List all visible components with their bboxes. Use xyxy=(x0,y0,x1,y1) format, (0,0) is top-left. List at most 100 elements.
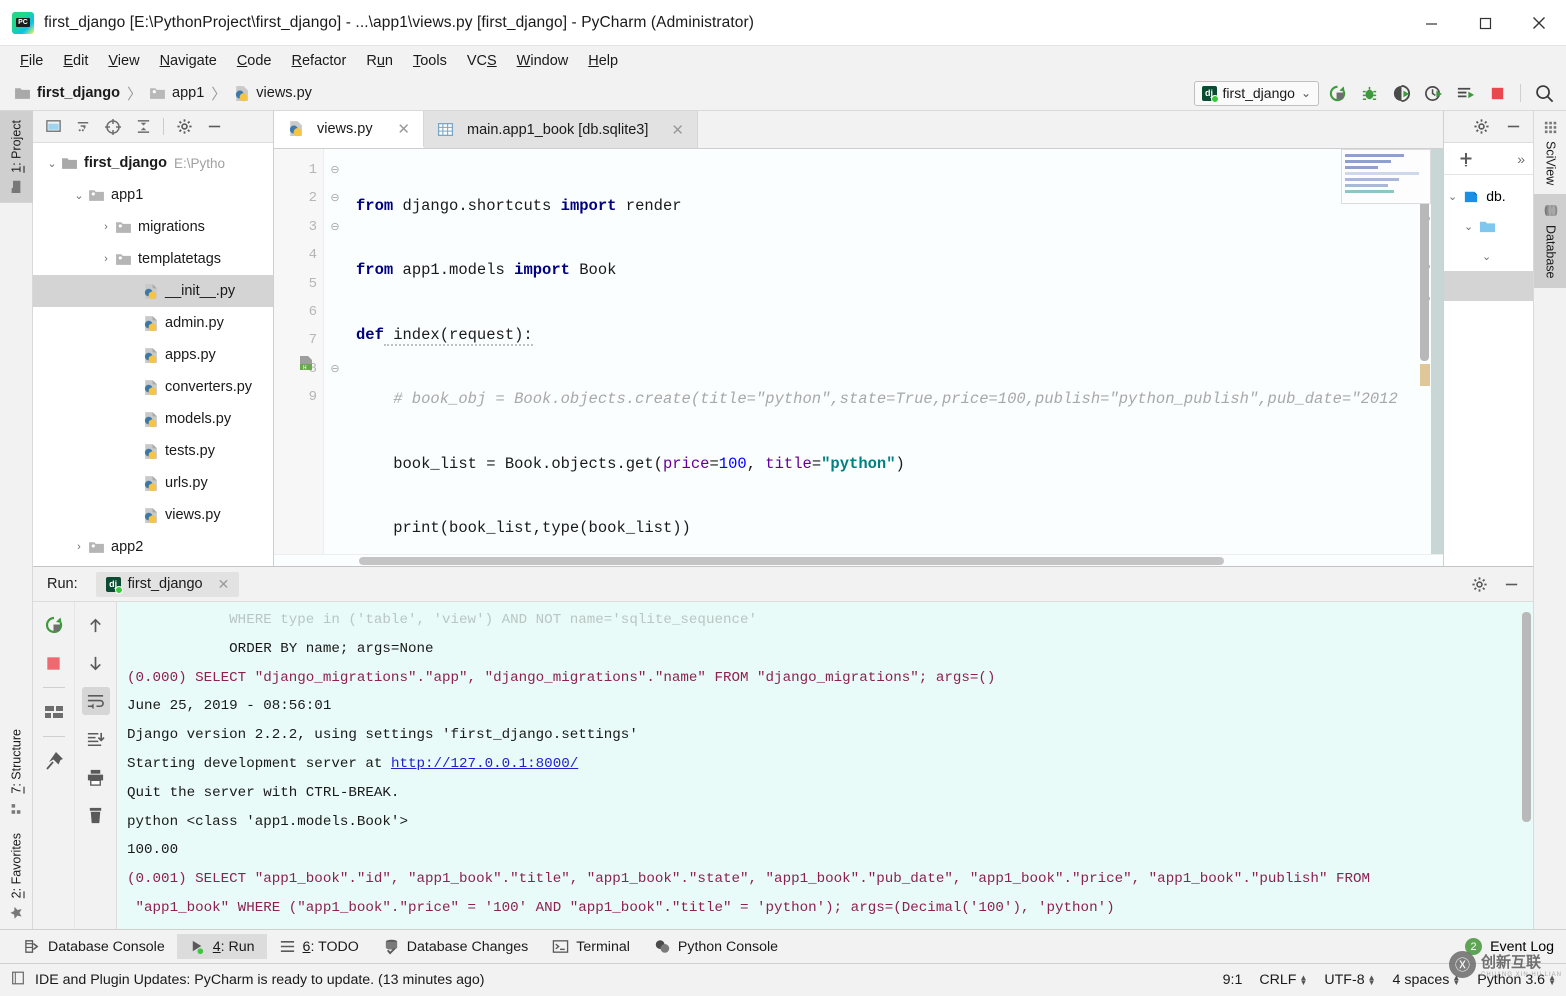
tree-node-app1[interactable]: ⌄ app1 xyxy=(33,179,273,211)
profile-icon[interactable] xyxy=(1419,80,1447,106)
menu-item-code[interactable]: Code xyxy=(227,51,282,71)
close-icon[interactable]: ✕ xyxy=(381,120,410,138)
editor-minimap[interactable] xyxy=(1431,149,1443,554)
tree-node---init---py[interactable]: __init__.py xyxy=(33,275,273,307)
hide-panel-icon[interactable] xyxy=(1497,572,1525,596)
menu-item-tools[interactable]: Tools xyxy=(403,51,457,71)
clear-all-icon[interactable] xyxy=(82,801,110,829)
coverage-icon[interactable] xyxy=(1387,80,1415,106)
minimize-button[interactable] xyxy=(1404,0,1458,46)
fold-toggle-icon[interactable]: ⊖ xyxy=(324,355,346,383)
run-configuration-selector[interactable]: dj first_django ⌄ xyxy=(1193,80,1319,106)
tree-node-urls-py[interactable]: urls.py xyxy=(33,467,273,499)
run-tests-icon[interactable] xyxy=(1451,80,1479,106)
sidebar-item-sciview[interactable]: SciView xyxy=(1534,111,1566,194)
settings-gear-icon[interactable] xyxy=(1465,572,1493,596)
maximize-button[interactable] xyxy=(1458,0,1512,46)
soft-wrap-icon[interactable] xyxy=(81,687,110,715)
chevron-down-icon[interactable]: ⌄ xyxy=(1464,220,1473,233)
encoding-selector[interactable]: UTF-8 ▲ ▼ xyxy=(1324,972,1375,988)
db-tree-row-selected[interactable] xyxy=(1444,271,1533,301)
tree-expand-toggle[interactable]: › xyxy=(97,221,115,233)
db-tree-row-datasource[interactable]: ⌄ db. xyxy=(1444,181,1533,211)
debug-icon[interactable] xyxy=(1355,80,1383,106)
menu-item-edit[interactable]: Edit xyxy=(53,51,98,71)
database-tree[interactable]: ⌄ db. ⌄ ⌄ xyxy=(1444,175,1533,566)
tree-node-models-py[interactable]: models.py xyxy=(33,403,273,435)
menu-item-window[interactable]: Window xyxy=(507,51,579,71)
scroll-to-end-icon[interactable] xyxy=(82,725,110,753)
breadcrumb-app1[interactable]: app1 xyxy=(149,85,204,102)
rerun-icon[interactable] xyxy=(40,611,68,639)
tree-expand-toggle[interactable]: › xyxy=(70,541,88,553)
code-content[interactable]: from django.shortcuts import render from… xyxy=(346,149,1419,554)
tree-node-converters-py[interactable]: converters.py xyxy=(33,371,273,403)
search-everywhere-icon[interactable] xyxy=(1530,80,1558,106)
menu-item-help[interactable]: Help xyxy=(578,51,628,71)
settings-gear-icon[interactable] xyxy=(1467,115,1495,139)
db-tree-row-schema[interactable]: ⌄ xyxy=(1444,211,1533,241)
fold-toggle-icon[interactable]: ⊖ xyxy=(324,213,346,241)
tool-window-button-databasechanges[interactable]: Database Changes xyxy=(371,934,540,959)
menu-item-view[interactable]: View xyxy=(98,51,149,71)
menu-item-file[interactable]: File xyxy=(10,51,53,71)
down-arrow-icon[interactable] xyxy=(82,649,110,677)
expand-icon[interactable]: » xyxy=(1517,151,1525,167)
tree-node-migrations[interactable]: › migrations xyxy=(33,211,273,243)
chevron-down-icon[interactable]: ⌄ xyxy=(1482,250,1491,263)
db-tree-row-child[interactable]: ⌄ xyxy=(1444,241,1533,271)
pin-tab-icon[interactable] xyxy=(40,747,68,775)
tree-node-first-django[interactable]: ⌄ first_django E:\Pytho xyxy=(33,147,273,179)
tree-node-tests-py[interactable]: tests.py xyxy=(33,435,273,467)
code-editor[interactable]: 123456789H ⊖ ⊖ ⊖ ⊖ from django.shortcuts im… xyxy=(274,149,1443,554)
print-icon[interactable] xyxy=(82,763,110,791)
stop-icon[interactable] xyxy=(1483,80,1511,106)
sidebar-item-database[interactable]: Database xyxy=(1534,194,1566,288)
run-console-output[interactable]: WHERE type in ('table', 'view') AND NOT … xyxy=(117,602,1533,929)
plus-icon[interactable] xyxy=(1452,147,1480,171)
run-tab-first-django[interactable]: dj first_django ✕ xyxy=(95,571,240,597)
caret-position[interactable]: 9:1 xyxy=(1223,972,1243,988)
tree-node-app2[interactable]: › app2 xyxy=(33,531,273,563)
tree-expand-toggle[interactable]: › xyxy=(97,253,115,265)
console-view-icon[interactable] xyxy=(40,698,68,726)
hide-panel-icon[interactable] xyxy=(200,115,228,139)
console-scrollbar[interactable] xyxy=(1522,612,1531,822)
tool-window-button-pythonconsole[interactable]: Python Console xyxy=(642,934,790,959)
close-icon[interactable]: ✕ xyxy=(655,121,684,139)
tree-node-admin-py[interactable]: admin.py xyxy=(33,307,273,339)
line-separator-selector[interactable]: CRLF ▲ ▼ xyxy=(1259,972,1307,988)
console-url-link[interactable]: http://127.0.0.1:8000/ xyxy=(391,756,578,772)
collapse-all-icon[interactable] xyxy=(129,115,157,139)
menu-item-run[interactable]: Run xyxy=(356,51,403,71)
fold-toggle-icon[interactable]: ⊖ xyxy=(324,156,346,184)
chevron-down-icon[interactable]: ⌄ xyxy=(1448,190,1457,203)
rerun-icon[interactable] xyxy=(1323,80,1351,106)
editor-horizontal-scrollbar[interactable] xyxy=(274,554,1443,566)
tool-window-button-terminal[interactable]: Terminal xyxy=(540,934,642,959)
tab-views-py[interactable]: views.py ✕ xyxy=(274,111,424,148)
up-arrow-icon[interactable] xyxy=(82,611,110,639)
tree-expand-toggle[interactable]: ⌄ xyxy=(70,189,88,202)
tab-main-app1-book[interactable]: main.app1_book [db.sqlite3] ✕ xyxy=(424,111,698,148)
tree-node-apps-py[interactable]: apps.py xyxy=(33,339,273,371)
sidebar-item-structure[interactable]: 7: Structure xyxy=(0,720,33,824)
select-opened-file-icon[interactable] xyxy=(39,115,67,139)
tool-window-button-run[interactable]: 4: Run xyxy=(176,934,267,959)
sidebar-item-project[interactable]: 1: Project xyxy=(0,111,33,203)
close-button[interactable] xyxy=(1512,0,1566,46)
error-stripe-marks[interactable] xyxy=(1419,149,1431,554)
settings-gear-icon[interactable] xyxy=(170,115,198,139)
tool-window-button-databaseconsole[interactable]: Database Console xyxy=(12,934,177,959)
breadcrumb-file[interactable]: views.py xyxy=(233,85,312,102)
breadcrumb-project[interactable]: first_django xyxy=(14,85,120,102)
hide-panel-icon[interactable] xyxy=(1499,115,1527,139)
tree-node-views-py[interactable]: views.py xyxy=(33,499,273,531)
flatten-packages-icon[interactable] xyxy=(69,115,97,139)
project-tree[interactable]: ⌄ first_django E:\Pytho ⌄ app1 › migrations › te… xyxy=(33,143,273,566)
tree-node-templatetags[interactable]: › templatetags xyxy=(33,243,273,275)
fold-toggle-icon[interactable]: ⊖ xyxy=(324,184,346,212)
stop-icon[interactable] xyxy=(40,649,68,677)
menu-item-navigate[interactable]: Navigate xyxy=(150,51,227,71)
sidebar-item-favorites[interactable]: 2: Favorites xyxy=(0,824,33,929)
